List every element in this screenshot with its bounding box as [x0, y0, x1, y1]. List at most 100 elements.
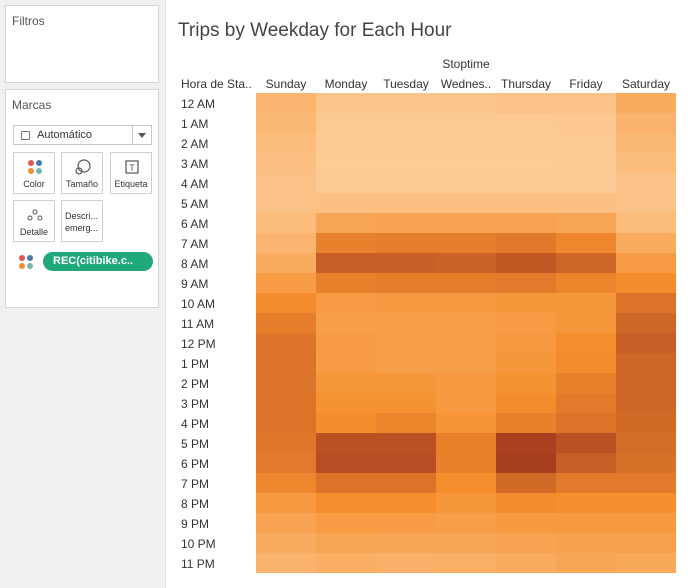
heatmap-cell[interactable] — [556, 513, 616, 533]
heatmap-cell[interactable] — [556, 113, 616, 133]
heatmap-cell[interactable] — [556, 133, 616, 153]
heatmap-cell[interactable] — [376, 313, 436, 333]
heatmap-cell[interactable] — [316, 553, 376, 573]
heatmap-cell[interactable] — [496, 533, 556, 553]
heatmap-cell[interactable] — [316, 113, 376, 133]
row-label[interactable]: 2 PM — [181, 377, 209, 391]
row-label[interactable]: 12 PM — [181, 337, 216, 351]
label-button[interactable]: T Etiqueta — [110, 152, 152, 194]
heatmap-cell[interactable] — [496, 453, 556, 473]
heatmap-cell[interactable] — [256, 153, 316, 173]
heatmap-cell[interactable] — [436, 493, 496, 513]
heatmap-cell[interactable] — [316, 213, 376, 233]
heatmap-cell[interactable] — [376, 553, 436, 573]
heatmap-cell[interactable] — [376, 173, 436, 193]
column-label[interactable]: Tuesday — [383, 77, 429, 91]
heatmap-cell[interactable] — [376, 353, 436, 373]
heatmap-cell[interactable] — [256, 453, 316, 473]
heatmap-cell[interactable] — [436, 473, 496, 493]
heatmap-cell[interactable] — [496, 213, 556, 233]
measure-pill[interactable]: REC(citibike.c.. — [43, 252, 153, 271]
heatmap-cell[interactable] — [256, 193, 316, 213]
heatmap-cell[interactable] — [556, 153, 616, 173]
heatmap-cell[interactable] — [616, 173, 676, 193]
heatmap-cell[interactable] — [616, 153, 676, 173]
heatmap-cell[interactable] — [256, 213, 316, 233]
heatmap-cell[interactable] — [436, 413, 496, 433]
heatmap-cell[interactable] — [616, 533, 676, 553]
heatmap-cell[interactable] — [256, 93, 316, 113]
heatmap-cell[interactable] — [616, 453, 676, 473]
heatmap-cell[interactable] — [436, 293, 496, 313]
heatmap-cell[interactable] — [616, 233, 676, 253]
row-label[interactable]: 10 PM — [181, 537, 216, 551]
heatmap-cell[interactable] — [316, 353, 376, 373]
tooltip-button[interactable]: Descri... emerg... — [61, 200, 103, 242]
heatmap-cell[interactable] — [496, 233, 556, 253]
heatmap-cell[interactable] — [616, 433, 676, 453]
heatmap-cell[interactable] — [496, 293, 556, 313]
heatmap-cell[interactable] — [556, 413, 616, 433]
heatmap-cell[interactable] — [376, 333, 436, 353]
heatmap-cell[interactable] — [256, 433, 316, 453]
heatmap-cell[interactable] — [376, 373, 436, 393]
heatmap-cell[interactable] — [496, 513, 556, 533]
heatmap-cell[interactable] — [556, 373, 616, 393]
heatmap-cell[interactable] — [436, 453, 496, 473]
heatmap-cell[interactable] — [316, 273, 376, 293]
heatmap-cell[interactable] — [496, 373, 556, 393]
heatmap-cell[interactable] — [616, 93, 676, 113]
row-label[interactable]: 7 AM — [181, 237, 208, 251]
heatmap-cell[interactable] — [376, 473, 436, 493]
heatmap-cell[interactable] — [256, 533, 316, 553]
heatmap-cell[interactable] — [556, 433, 616, 453]
heatmap-cell[interactable] — [616, 473, 676, 493]
heatmap-cell[interactable] — [616, 193, 676, 213]
heatmap-cell[interactable] — [376, 253, 436, 273]
heatmap-cell[interactable] — [556, 333, 616, 353]
heatmap-cell[interactable] — [556, 353, 616, 373]
heatmap-cell[interactable] — [496, 493, 556, 513]
heatmap-cell[interactable] — [436, 253, 496, 273]
heatmap-cell[interactable] — [616, 113, 676, 133]
filters-panel[interactable]: Filtros — [5, 5, 159, 83]
heatmap-cell[interactable] — [616, 213, 676, 233]
heatmap-cell[interactable] — [616, 373, 676, 393]
heatmap-cell[interactable] — [316, 413, 376, 433]
heatmap-cell[interactable] — [496, 153, 556, 173]
row-label[interactable]: 11 AM — [181, 317, 214, 331]
heatmap-cell[interactable] — [436, 513, 496, 533]
heatmap-cell[interactable] — [496, 93, 556, 113]
row-label[interactable]: 11 PM — [181, 557, 215, 571]
heatmap-cell[interactable] — [496, 253, 556, 273]
heatmap-cell[interactable] — [496, 413, 556, 433]
heatmap-cell[interactable] — [436, 273, 496, 293]
heatmap-cell[interactable] — [496, 393, 556, 413]
heatmap-cell[interactable] — [556, 553, 616, 573]
column-label[interactable]: Thursday — [501, 77, 551, 91]
heatmap-cell[interactable] — [496, 113, 556, 133]
heatmap-cell[interactable] — [496, 133, 556, 153]
heatmap-cell[interactable] — [556, 173, 616, 193]
heatmap-cell[interactable] — [496, 193, 556, 213]
heatmap-cell[interactable] — [376, 453, 436, 473]
heatmap-cell[interactable] — [256, 473, 316, 493]
row-label[interactable]: 10 AM — [181, 297, 215, 311]
heatmap-cell[interactable] — [436, 433, 496, 453]
heatmap-cell[interactable] — [616, 413, 676, 433]
row-label[interactable]: 7 PM — [181, 477, 209, 491]
heatmap-cell[interactable] — [316, 173, 376, 193]
row-label[interactable]: 6 AM — [181, 217, 208, 231]
heatmap-cell[interactable] — [556, 233, 616, 253]
detail-button[interactable]: Detalle — [13, 200, 55, 242]
heatmap-cell[interactable] — [256, 113, 316, 133]
heatmap-cell[interactable] — [316, 133, 376, 153]
heatmap-cell[interactable] — [556, 253, 616, 273]
heatmap-cell[interactable] — [376, 513, 436, 533]
heatmap-cell[interactable] — [436, 173, 496, 193]
heatmap-cell[interactable] — [556, 273, 616, 293]
heatmap-cell[interactable] — [256, 273, 316, 293]
column-label[interactable]: Friday — [569, 77, 602, 91]
heatmap-cell[interactable] — [436, 353, 496, 373]
heatmap-cell[interactable] — [616, 353, 676, 373]
